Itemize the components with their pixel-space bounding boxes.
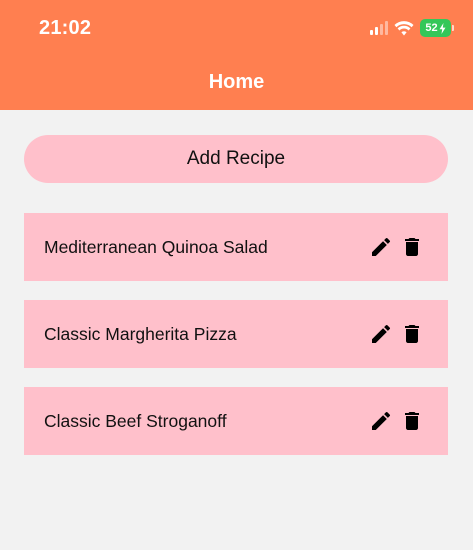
recipe-name: Mediterranean Quinoa Salad: [44, 236, 268, 257]
recipe-item[interactable]: Classic Margherita Pizza: [24, 300, 448, 368]
add-recipe-button[interactable]: Add Recipe: [24, 135, 448, 183]
recipe-name: Classic Margherita Pizza: [44, 323, 237, 344]
status-time: 21:02: [39, 17, 92, 39]
recipe-name: Classic Beef Stroganoff: [44, 410, 227, 431]
recipe-list: Mediterranean Quinoa Salad Classic Margh…: [24, 213, 448, 474]
signal-icon: [370, 21, 388, 35]
recipe-actions: [369, 235, 424, 259]
page-title: Home: [208, 71, 265, 93]
recipe-actions: [369, 409, 424, 433]
wifi-icon: [394, 20, 414, 35]
delete-trash-icon[interactable]: [400, 322, 424, 346]
recipe-actions: [369, 322, 424, 346]
status-icons: 52: [370, 19, 454, 37]
delete-trash-icon[interactable]: [400, 409, 424, 433]
edit-pencil-icon[interactable]: [369, 235, 393, 259]
charging-bolt-icon: [439, 22, 446, 34]
delete-trash-icon[interactable]: [400, 235, 424, 259]
battery-level: 52: [425, 22, 438, 34]
battery-charging-icon: 52: [420, 19, 454, 37]
recipe-item[interactable]: Classic Beef Stroganoff: [24, 387, 448, 455]
app-header: 21:02 52 Home: [0, 0, 473, 110]
recipe-item[interactable]: Mediterranean Quinoa Salad: [24, 213, 448, 281]
edit-pencil-icon[interactable]: [369, 409, 393, 433]
edit-pencil-icon[interactable]: [369, 322, 393, 346]
